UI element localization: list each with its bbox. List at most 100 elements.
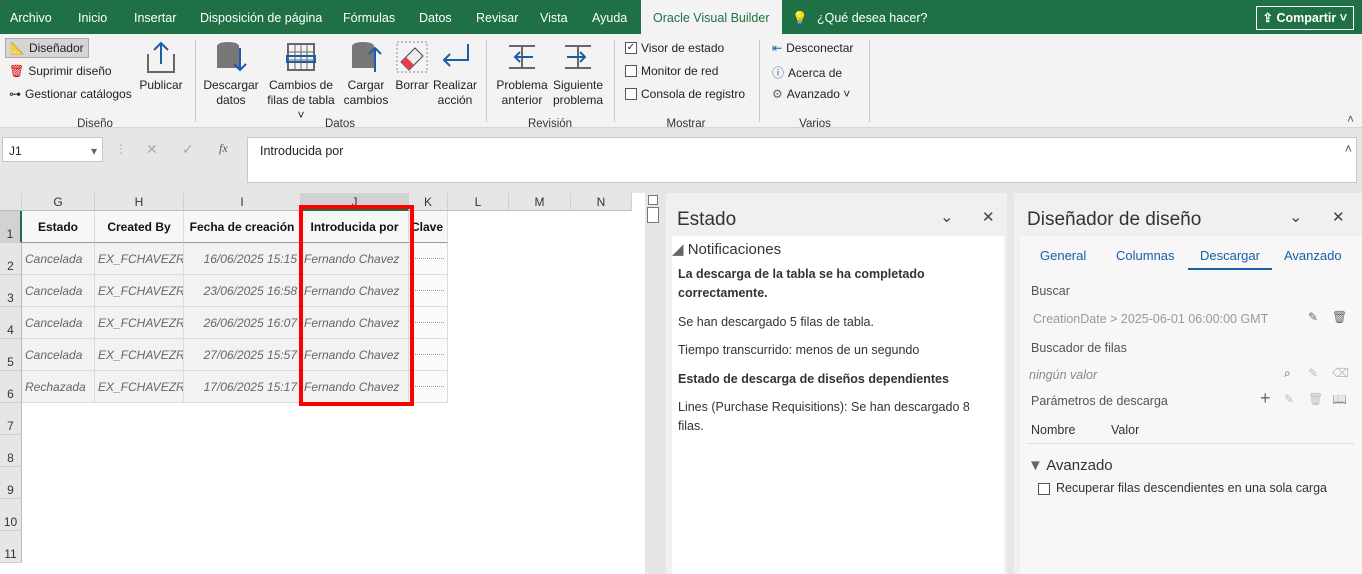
- tab-descargar[interactable]: Descargar: [1188, 248, 1272, 270]
- vertical-scrollbar[interactable]: [645, 193, 661, 574]
- enter-icon[interactable]: ✓: [182, 141, 194, 158]
- add-icon[interactable]: +: [1260, 388, 1271, 409]
- notifications-toggle[interactable]: ◢ Notificaciones: [672, 240, 781, 259]
- chevron-down-icon[interactable]: ⌄: [940, 207, 953, 227]
- row-header-8[interactable]: 8: [0, 435, 22, 467]
- next-issue-button[interactable]: Siguiente problema: [550, 40, 606, 108]
- table-cell[interactable]: Cancelada: [22, 275, 95, 307]
- collapse-formula-icon[interactable]: ˄: [1345, 142, 1352, 156]
- download-data-button[interactable]: Descargar datos: [203, 40, 259, 108]
- table-cell[interactable]: EX_FCHAVEZR: [95, 275, 184, 307]
- clear-button[interactable]: Borrar: [393, 40, 431, 93]
- network-monitor-checkbox[interactable]: Monitor de red: [625, 64, 718, 78]
- select-all-corner[interactable]: [0, 193, 22, 211]
- table-cell[interactable]: [409, 339, 448, 371]
- perform-action-button[interactable]: Realizar acción: [432, 40, 478, 108]
- cancel-icon[interactable]: ✕: [146, 141, 158, 158]
- formula-input[interactable]: Introducida por ˄: [247, 137, 1357, 183]
- column-header-L[interactable]: L: [448, 193, 509, 211]
- edit-icon[interactable]: ✎: [1308, 310, 1318, 324]
- row-header-1[interactable]: 1: [0, 211, 22, 243]
- advanced-dropdown[interactable]: ⚙ Avanzado ˅: [772, 87, 850, 101]
- table-header-cell[interactable]: Estado: [22, 211, 95, 243]
- log-console-checkbox[interactable]: Consola de registro: [625, 87, 745, 101]
- table-cell[interactable]: EX_FCHAVEZR: [95, 307, 184, 339]
- row-header-5[interactable]: 5: [0, 339, 22, 371]
- tab-avanzado[interactable]: Avanzado: [1284, 248, 1342, 263]
- tab-formulas[interactable]: Fórmulas: [343, 0, 395, 34]
- table-cell[interactable]: [409, 371, 448, 403]
- table-cell[interactable]: 27/06/2025 15:57: [184, 339, 301, 371]
- scroll-up-arrow[interactable]: [648, 195, 658, 205]
- close-icon[interactable]: ✕: [982, 208, 995, 226]
- search-icon[interactable]: ⌕: [1284, 366, 1291, 381]
- tab-archivo[interactable]: Archivo: [10, 0, 52, 34]
- name-box[interactable]: J1 ▾: [2, 137, 103, 162]
- table-cell[interactable]: Cancelada: [22, 339, 95, 371]
- publish-button[interactable]: Publicar: [138, 40, 184, 93]
- table-header-cell[interactable]: Created By: [95, 211, 184, 243]
- advanced-toggle[interactable]: ▼ Avanzado: [1028, 456, 1113, 475]
- previous-issue-button[interactable]: Problema anterior: [494, 40, 550, 108]
- table-cell[interactable]: Rechazada: [22, 371, 95, 403]
- chevron-down-icon[interactable]: ▾: [91, 144, 97, 158]
- row-header-4[interactable]: 4: [0, 307, 22, 339]
- row-header-3[interactable]: 3: [0, 275, 22, 307]
- row-header-10[interactable]: 10: [0, 499, 22, 531]
- insert-function-icon[interactable]: fx: [219, 141, 228, 156]
- row-header-7[interactable]: 7: [0, 403, 22, 435]
- tab-vista[interactable]: Vista: [540, 0, 568, 34]
- table-cell[interactable]: EX_FCHAVEZR: [95, 371, 184, 403]
- filter-value[interactable]: CreationDate > 2025-06-01 06:00:00 GMT: [1033, 310, 1268, 329]
- tab-general[interactable]: General: [1040, 248, 1086, 263]
- upload-changes-button[interactable]: Cargar cambios: [341, 40, 391, 108]
- column-header-H[interactable]: H: [95, 193, 184, 211]
- disconnect-button[interactable]: ⇤ Desconectar: [772, 41, 853, 55]
- checkbox[interactable]: [625, 88, 637, 100]
- tab-insertar[interactable]: Insertar: [134, 0, 176, 34]
- delete-layout-button[interactable]: 🗑 Suprimir diseño: [9, 64, 112, 78]
- checkbox-checked[interactable]: ✓: [625, 42, 637, 54]
- tab-disposicion[interactable]: Disposición de página: [200, 0, 322, 34]
- checkbox[interactable]: [1038, 482, 1050, 495]
- table-cell[interactable]: EX_FCHAVEZR: [95, 339, 184, 371]
- tab-columnas[interactable]: Columnas: [1116, 248, 1175, 263]
- row-changes-dropdown[interactable]: Cambios de filas de tabla ˅: [263, 40, 339, 123]
- chevron-down-icon[interactable]: ⌄: [1289, 207, 1302, 227]
- share-button[interactable]: ⇪ Compartir ˅: [1255, 6, 1354, 30]
- collapse-ribbon-icon[interactable]: ˄: [1347, 112, 1354, 126]
- column-header-I[interactable]: I: [184, 193, 301, 211]
- table-cell[interactable]: Cancelada: [22, 243, 95, 275]
- table-cell[interactable]: 26/06/2025 16:07: [184, 307, 301, 339]
- tell-me-search[interactable]: ¿Qué desea hacer?: [817, 0, 928, 34]
- column-header-G[interactable]: G: [22, 193, 95, 211]
- tab-revisar[interactable]: Revisar: [476, 0, 518, 34]
- column-header-N[interactable]: N: [571, 193, 632, 211]
- tab-datos[interactable]: Datos: [419, 0, 452, 34]
- close-icon[interactable]: ✕: [1332, 208, 1345, 226]
- trash-icon[interactable]: 🗑: [1332, 310, 1347, 324]
- table-cell[interactable]: [409, 243, 448, 275]
- tab-oracle-visual-builder[interactable]: Oracle Visual Builder: [641, 0, 782, 34]
- table-cell[interactable]: 16/06/2025 15:15: [184, 243, 301, 275]
- table-cell[interactable]: 23/06/2025 16:58: [184, 275, 301, 307]
- manage-catalogs-button[interactable]: ⊶ Gestionar catálogos: [9, 87, 132, 101]
- tab-ayuda[interactable]: Ayuda: [592, 0, 627, 34]
- table-cell[interactable]: EX_FCHAVEZR: [95, 243, 184, 275]
- row-header-11[interactable]: 11: [0, 531, 22, 563]
- checkbox[interactable]: [625, 65, 637, 77]
- row-header-2[interactable]: 2: [0, 243, 22, 275]
- column-header-M[interactable]: M: [509, 193, 571, 211]
- row-header-9[interactable]: 9: [0, 467, 22, 499]
- designer-button[interactable]: 📐 Diseñador: [5, 38, 89, 58]
- table-cell[interactable]: [409, 307, 448, 339]
- tab-inicio[interactable]: Inicio: [78, 0, 107, 34]
- table-cell[interactable]: [409, 275, 448, 307]
- row-finder-value[interactable]: ningún valor: [1029, 366, 1097, 385]
- column-header-K[interactable]: K: [409, 193, 448, 211]
- about-button[interactable]: ⓘ Acerca de: [772, 64, 842, 81]
- table-cell[interactable]: 17/06/2025 15:17: [184, 371, 301, 403]
- book-icon[interactable]: 📖: [1332, 392, 1347, 406]
- recover-rows-checkbox[interactable]: Recuperar filas descendientes en una sol…: [1038, 479, 1327, 498]
- table-cell[interactable]: Cancelada: [22, 307, 95, 339]
